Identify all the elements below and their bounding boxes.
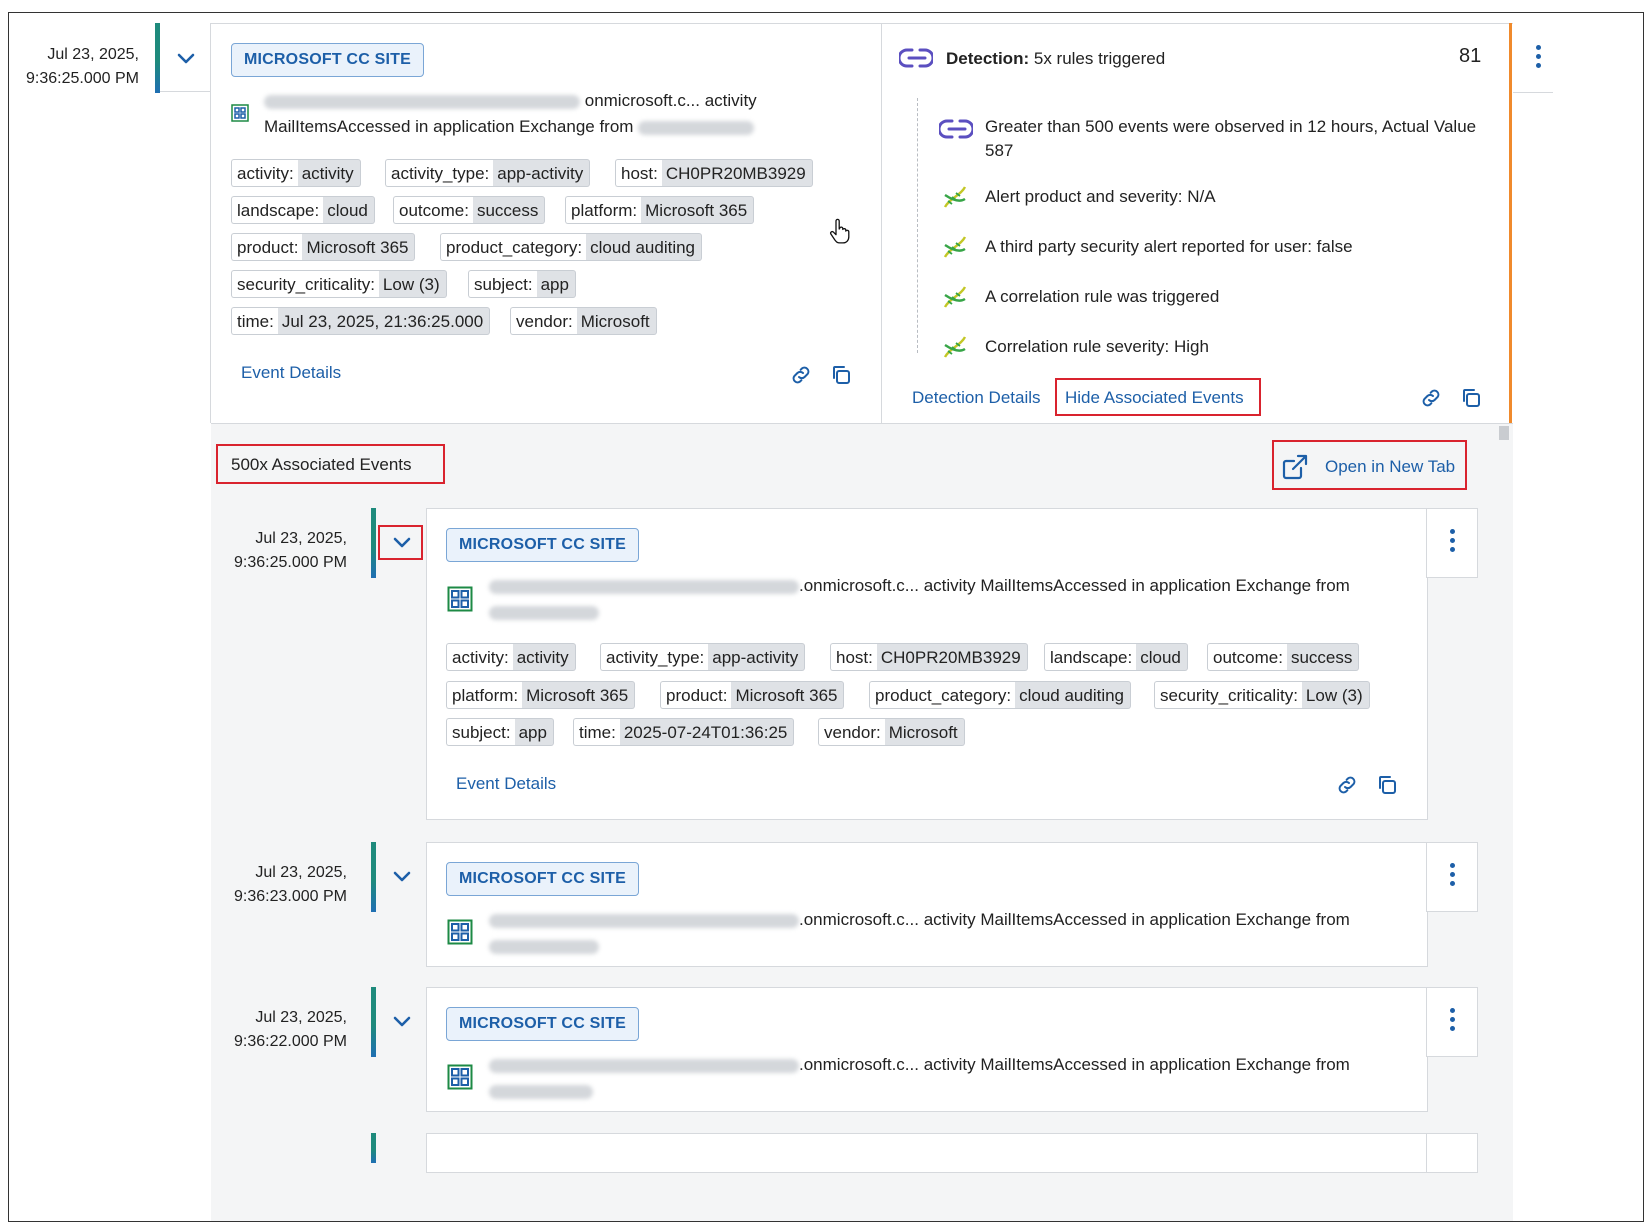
event-description: .onmicrosoft.c... activity MailItemsAcce… [489,907,1409,959]
event-severity-rail [371,1133,376,1163]
tag[interactable]: product_category: cloud auditing [869,681,1132,709]
site-badge[interactable]: MICROSOFT CC SITE [231,43,424,77]
highlight-box [1272,440,1467,490]
dna-icon [939,331,971,363]
orange-rail [1509,23,1512,423]
tag[interactable]: outcome: success [1207,643,1360,671]
tag[interactable]: time: Jul 23, 2025, 21:36:25.000 [231,307,491,335]
redacted-email [264,94,580,109]
site-badge[interactable]: MICROSOFT CC SITE [446,862,639,896]
detection-summary: Detection: 5x rules triggered [946,49,1166,68]
tag[interactable]: product: Microsoft 365 [660,681,845,709]
tag[interactable]: security_criticality: Low (3) [231,270,447,298]
site-badge[interactable]: MICROSOFT CC SITE [446,1007,639,1041]
tag[interactable]: activity: activity [446,643,576,671]
highlight-box [1055,378,1261,416]
copy-icon[interactable] [1459,386,1483,410]
event-details-link[interactable]: Event Details [456,772,556,796]
tag[interactable]: activity_type: app-activity [385,159,591,187]
app-grid-icon [447,919,473,945]
hand-cursor-icon [829,218,851,244]
redacted-ip [638,120,755,135]
tag[interactable]: host: CH0PR20MB3929 [830,643,1028,671]
associated-event-card [426,1133,1428,1173]
tag[interactable]: product: Microsoft 365 [231,233,416,261]
more-options-icon[interactable] [1426,508,1478,578]
detection-rule: A correlation rule was triggered [985,287,1220,306]
card-divider [881,23,882,423]
event-description: .onmicrosoft.c... activity MailItemsAcce… [489,573,1409,625]
dna-icon [939,181,971,213]
redacted-email [489,913,799,928]
app-grid-icon [231,104,249,122]
tag[interactable]: activity_type: app-activity [600,643,806,671]
highlight-box [378,525,423,560]
tag[interactable]: host: CH0PR20MB3929 [615,159,813,187]
tree-line [917,98,918,353]
expand-chevron-icon[interactable] [391,1010,413,1032]
tag[interactable]: outcome: success [393,196,546,224]
event-severity-rail [371,842,376,912]
expand-chevron-icon[interactable] [391,865,413,887]
highlight-box [216,444,445,484]
more-options-icon[interactable] [1426,842,1478,912]
copy-icon[interactable] [1375,773,1399,797]
tag[interactable]: landscape: cloud [1044,643,1188,671]
expand-chevron-icon[interactable] [175,47,197,69]
correlation-rule-icon [897,46,935,70]
event-timestamp: Jul 23, 2025, 9:36:22.000 PM [234,1009,347,1050]
more-options-icon[interactable] [1426,987,1478,1057]
event-timestamp: Jul 23, 2025, 9:36:25.000 PM [26,46,139,87]
app-grid-icon [447,1064,473,1090]
tag[interactable]: vendor: Microsoft [510,307,657,335]
redacted-email [489,579,799,594]
tag[interactable]: landscape: cloud [231,196,375,224]
detection-details-link[interactable]: Detection Details [912,386,1041,410]
site-badge[interactable]: MICROSOFT CC SITE [446,528,639,562]
tag[interactable]: platform: Microsoft 365 [565,196,755,224]
event-severity-rail [155,23,160,93]
link-icon[interactable] [1419,386,1443,410]
link-icon[interactable] [789,363,813,387]
detection-rule: Correlation rule severity: High [985,337,1209,356]
more-options-icon[interactable] [1426,1133,1478,1173]
detection-rule: Alert product and severity: N/A [985,187,1216,206]
redacted-ip [489,1084,593,1099]
event-description: .onmicrosoft.c... activity MailItemsAcce… [489,1052,1409,1104]
tag[interactable]: security_criticality: Low (3) [1154,681,1370,709]
row-divider [160,91,210,92]
detection-rule: A third party security alert reported fo… [985,237,1353,256]
scrollbar-thumb[interactable] [1499,426,1509,440]
detection-more-icon[interactable] [1513,23,1553,93]
detection-rule: Greater than 500 events were observed in… [985,117,1477,160]
tag[interactable]: activity: activity [231,159,361,187]
correlation-rule-icon [937,117,975,141]
redacted-ip [489,605,599,620]
event-details-link[interactable]: Event Details [241,361,341,385]
tag[interactable]: subject: app [468,270,576,298]
tag[interactable]: vendor: Microsoft [818,718,965,746]
detection-score: 81 [1459,45,1482,67]
copy-icon[interactable] [829,363,853,387]
event-timestamp: Jul 23, 2025, 9:36:25.000 PM [234,530,347,571]
tag[interactable]: platform: Microsoft 365 [446,681,636,709]
event-timestamp: Jul 23, 2025, 9:36:23.000 PM [234,864,347,905]
tag[interactable]: time: 2025-07-24T01:36:25 [573,718,795,746]
tag[interactable]: subject: app [446,718,554,746]
event-description: onmicrosoft.c... activity MailItemsAcces… [264,91,757,136]
dna-icon [939,281,971,313]
redacted-ip [489,939,599,954]
event-severity-rail [371,508,376,578]
screenshot-frame: Jul 23, 2025, 9:36:25.000 PM MICROSOFT C… [8,12,1644,1222]
redacted-email [489,1058,799,1073]
app-grid-icon [447,586,473,612]
link-icon[interactable] [1335,773,1359,797]
dna-icon [939,231,971,263]
tag[interactable]: product_category: cloud auditing [440,233,703,261]
event-severity-rail [371,987,376,1057]
